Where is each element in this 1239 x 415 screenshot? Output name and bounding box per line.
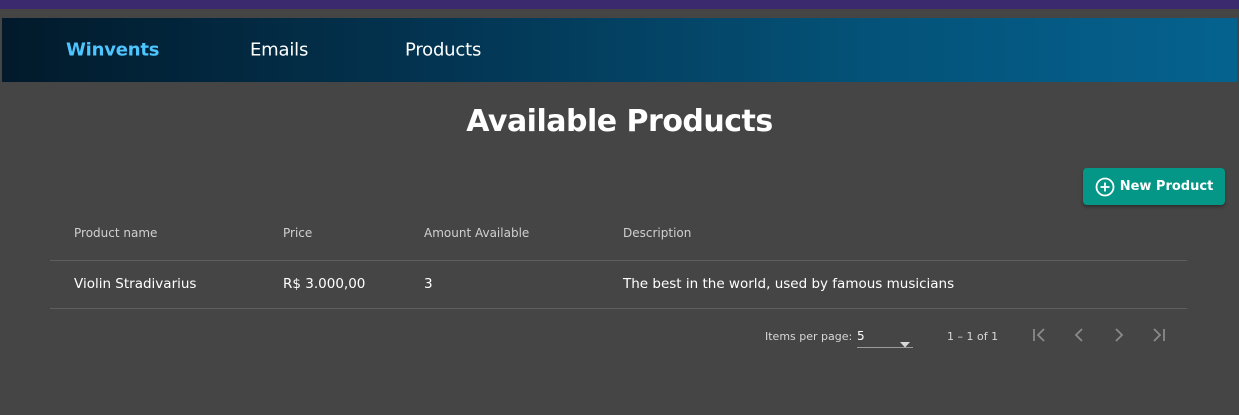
next-page-button[interactable]: [1106, 324, 1132, 350]
page-size-value: 5: [857, 329, 865, 343]
new-product-button[interactable]: New Product: [1083, 168, 1225, 205]
chevron-left-icon: [1069, 325, 1089, 349]
nav-link-products[interactable]: Products: [405, 40, 481, 61]
table-row[interactable]: Violin Stradivarius R$ 3.000,00 3 The be…: [50, 261, 1187, 309]
cell-price: R$ 3.000,00: [283, 276, 366, 292]
first-page-button[interactable]: [1026, 324, 1052, 350]
top-accent-bar: [0, 0, 1239, 9]
navbar: Winvents Emails Products: [2, 18, 1237, 82]
column-header-product-name[interactable]: Product name: [74, 226, 157, 240]
column-header-price[interactable]: Price: [283, 226, 312, 240]
items-per-page-label: Items per page:: [765, 330, 853, 343]
page-title: Available Products: [466, 104, 773, 139]
new-product-label: New Product: [1119, 179, 1214, 194]
dropdown-caret-icon: [900, 333, 910, 348]
products-table: Product name Price Amount Available Desc…: [50, 206, 1187, 309]
last-page-icon: [1149, 325, 1169, 349]
last-page-button[interactable]: [1146, 324, 1172, 350]
nav-brand-link[interactable]: Winvents: [66, 40, 160, 61]
add-circle-icon: [1095, 177, 1115, 197]
cell-product-name: Violin Stradivarius: [74, 276, 197, 292]
previous-page-button[interactable]: [1066, 324, 1092, 350]
chevron-right-icon: [1109, 325, 1129, 349]
table-header: Product name Price Amount Available Desc…: [50, 206, 1187, 261]
range-label: 1 – 1 of 1: [947, 330, 999, 343]
first-page-icon: [1029, 325, 1049, 349]
column-header-description[interactable]: Description: [623, 226, 691, 240]
nav-link-emails[interactable]: Emails: [250, 40, 308, 61]
cell-description: The best in the world, used by famous mu…: [623, 276, 955, 292]
cell-amount: 3: [424, 276, 433, 292]
column-header-amount[interactable]: Amount Available: [424, 226, 529, 240]
paginator: Items per page: 5 1 – 1 of 1: [0, 318, 1239, 358]
page-size-select[interactable]: 5: [857, 326, 913, 348]
